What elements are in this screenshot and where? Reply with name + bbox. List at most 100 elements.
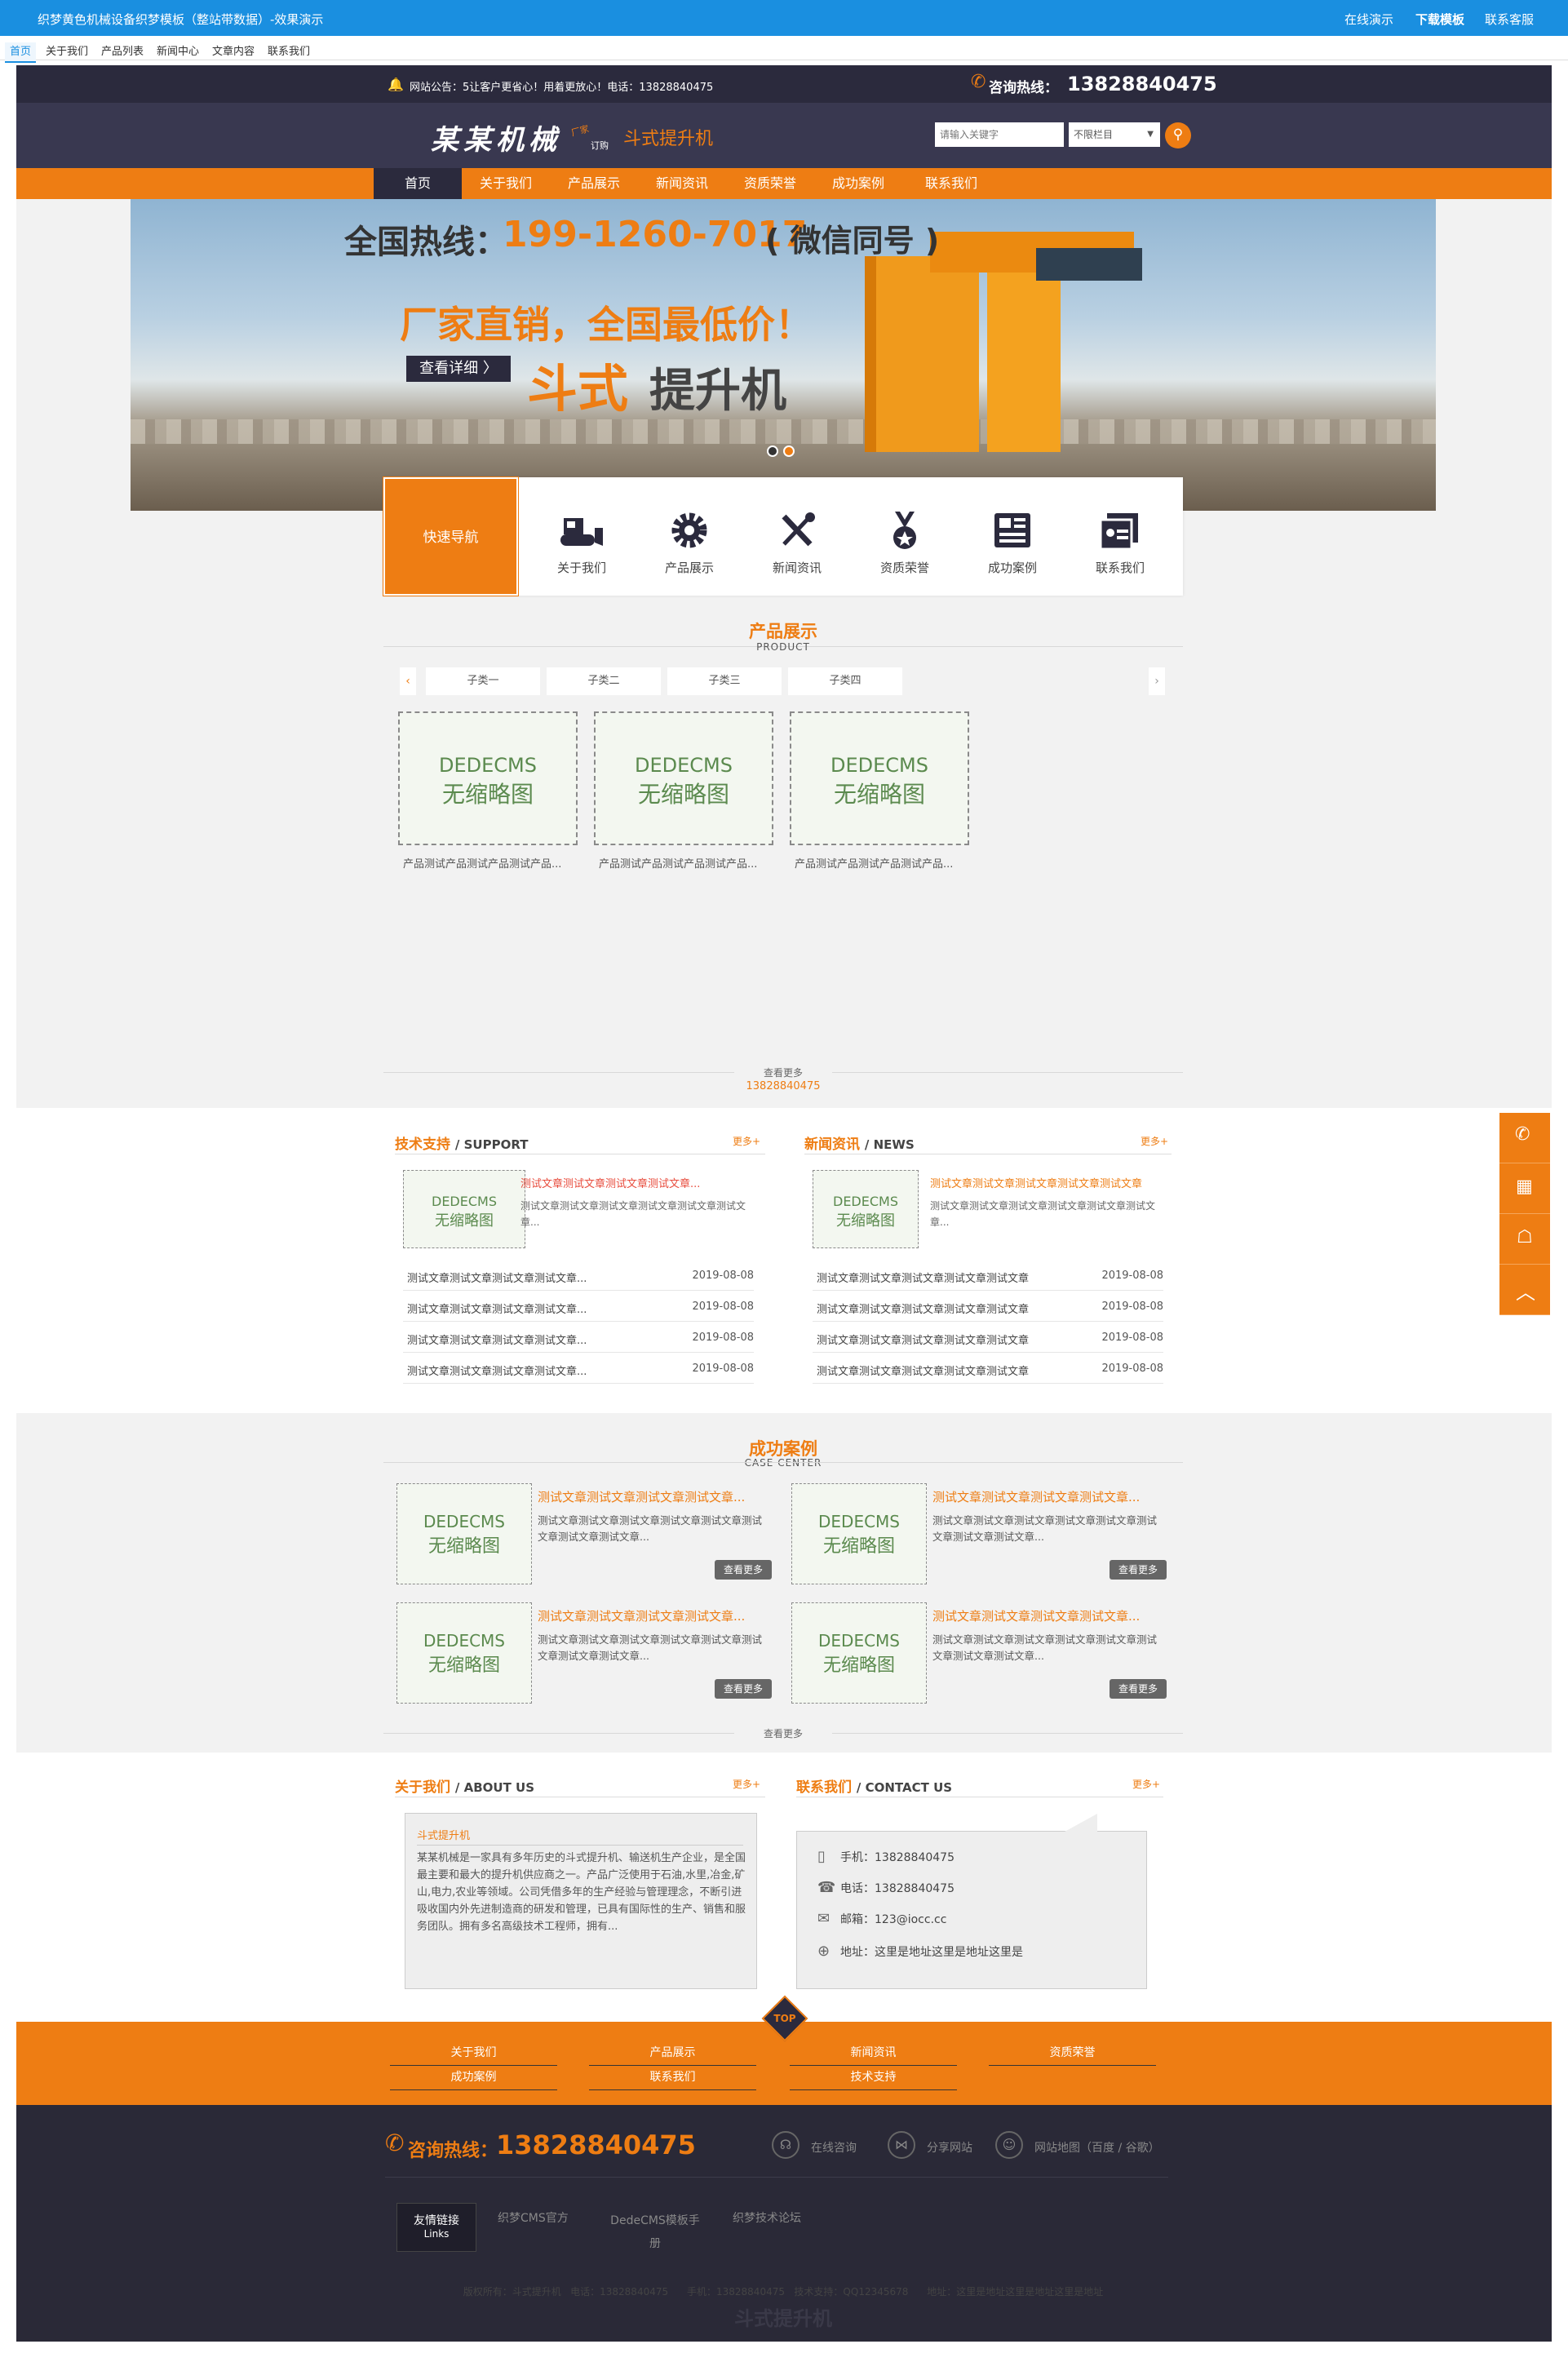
site-logo[interactable]: 某某机械	[431, 117, 561, 157]
case-title[interactable]: 测试文章测试文章测试文章测试文章...	[932, 1488, 1140, 1505]
support-row[interactable]: 测试文章测试文章测试文章测试文章... 2019-08-08	[403, 1291, 754, 1322]
top-label[interactable]: TOP	[768, 2013, 801, 2024]
products-more-link[interactable]: 查看更多	[734, 1066, 832, 1079]
support-more-link[interactable]: 更多+	[733, 1134, 760, 1148]
case-desc: 测试文章测试文章测试文章测试文章测试文章测试文章测试文章测试文章...	[538, 1514, 763, 1543]
friend-links-title: 友情链接	[414, 2214, 459, 2227]
share-icon[interactable]: ⋈	[888, 2131, 915, 2159]
sitemap-icon[interactable]: ☺	[995, 2131, 1023, 2159]
chat-icon[interactable]: ☊	[772, 2131, 800, 2159]
side-qrcode-button[interactable]: ▦	[1499, 1163, 1550, 1214]
view-details-button[interactable]: 查看详细 〉	[406, 356, 511, 382]
carousel-dot-2[interactable]	[783, 445, 795, 457]
demo-tab-news[interactable]: 新闻中心	[157, 42, 199, 58]
tab-subcat-4[interactable]: 子类四	[788, 667, 902, 695]
product-thumb-3[interactable]: DEDECMS 无缩略图	[790, 711, 969, 845]
support-feature-thumb[interactable]: DEDECMS 无缩略图	[403, 1170, 525, 1248]
quick-nav-contact[interactable]: 联系我们	[1075, 510, 1165, 576]
footer-link-contact[interactable]: 联系我们	[589, 2066, 756, 2090]
contact-more-link[interactable]: 更多+	[1132, 1777, 1160, 1791]
case-title[interactable]: 测试文章测试文章测试文章测试文章...	[932, 1607, 1140, 1624]
footer-online-consult[interactable]: 在线咨询	[811, 2139, 857, 2156]
footer-link-products[interactable]: 产品展示	[589, 2041, 756, 2066]
footer-bottom-logo: 斗式提升机	[734, 2307, 832, 2330]
search-input[interactable]	[935, 122, 1064, 147]
friend-link-1[interactable]: 织梦CMS官方	[498, 2209, 569, 2226]
phone-icon: ✆	[971, 72, 986, 92]
case-more-button[interactable]: 查看更多	[1110, 1679, 1167, 1699]
case-item[interactable]: DEDECMS 无缩略图 测试文章测试文章测试文章测试文章... 测试文章测试文章…	[790, 1601, 1173, 1707]
product-thumb-2[interactable]: DEDECMS 无缩略图	[594, 711, 773, 845]
footer-sitemap[interactable]: 网站地图（百度 / 谷歌）	[1034, 2139, 1160, 2156]
case-item[interactable]: DEDECMS 无缩略图 测试文章测试文章测试文章测试文章... 测试文章测试文章…	[395, 1482, 778, 1588]
quick-nav-cases[interactable]: 成功案例	[968, 510, 1057, 576]
nav-honors[interactable]: 资质荣誉	[726, 168, 814, 199]
footer-link-support[interactable]: 技术支持	[790, 2066, 957, 2090]
quick-nav-products[interactable]: 产品展示	[644, 510, 734, 576]
news-row[interactable]: 测试文章测试文章测试文章测试文章测试文章 2019-08-08	[813, 1353, 1163, 1384]
carousel-dot-1[interactable]	[767, 445, 778, 457]
demo-tab-article[interactable]: 文章内容	[212, 42, 255, 58]
download-template-link[interactable]: 下载模板	[1415, 11, 1464, 28]
product-thumb-1[interactable]: DEDECMS 无缩略图	[398, 711, 578, 845]
nav-contact[interactable]: 联系我们	[902, 168, 1000, 199]
footer-share[interactable]: 分享网站	[927, 2139, 972, 2156]
column-select[interactable]: 不限栏目 ▼	[1069, 122, 1160, 147]
quick-nav-news[interactable]: 新闻资讯	[752, 510, 842, 576]
footer-link-cases[interactable]: 成功案例	[390, 2066, 557, 2090]
support-feature-title[interactable]: 测试文章测试文章测试文章测试文章...	[520, 1175, 757, 1190]
search-button[interactable]: ⚲	[1165, 122, 1191, 148]
about-more-link[interactable]: 更多+	[733, 1777, 760, 1791]
news-row[interactable]: 测试文章测试文章测试文章测试文章测试文章 2019-08-08	[813, 1260, 1163, 1291]
case-item[interactable]: DEDECMS 无缩略图 测试文章测试文章测试文章测试文章... 测试文章测试文章…	[395, 1601, 778, 1707]
tab-subcat-2[interactable]: 子类二	[547, 667, 661, 695]
footer-link-honors[interactable]: 资质荣誉	[989, 2041, 1156, 2066]
news-row[interactable]: 测试文章测试文章测试文章测试文章测试文章 2019-08-08	[813, 1322, 1163, 1353]
demo-tab-products[interactable]: 产品列表	[101, 42, 144, 58]
nav-home[interactable]: 首页	[374, 168, 462, 199]
case-title[interactable]: 测试文章测试文章测试文章测试文章...	[538, 1607, 745, 1624]
news-row[interactable]: 测试文章测试文章测试文章测试文章测试文章 2019-08-08	[813, 1291, 1163, 1322]
product-title-1[interactable]: 产品测试产品测试产品测试产品...	[403, 855, 561, 871]
contact-service-link[interactable]: 联系客服	[1485, 11, 1534, 28]
news-feature-thumb[interactable]: DEDECMS 无缩略图	[813, 1170, 919, 1248]
demo-tab-home[interactable]: 首页	[5, 42, 37, 63]
news-more-link[interactable]: 更多+	[1141, 1134, 1168, 1148]
tab-subcat-1[interactable]: 子类一	[426, 667, 540, 695]
nav-cases[interactable]: 成功案例	[814, 168, 902, 199]
support-title: 技术支持 / SUPPORT	[395, 1137, 529, 1153]
side-qq-button[interactable]: ☖	[1499, 1214, 1550, 1265]
case-title[interactable]: 测试文章测试文章测试文章测试文章...	[538, 1488, 745, 1505]
news-feature-title[interactable]: 测试文章测试文章测试文章测试文章测试文章	[930, 1175, 1167, 1190]
product-title-3[interactable]: 产品测试产品测试产品测试产品...	[795, 855, 953, 871]
footer-link-news[interactable]: 新闻资讯	[790, 2041, 957, 2066]
quick-nav-about[interactable]: 关于我们	[537, 510, 627, 576]
tab-next-button[interactable]: ›	[1149, 667, 1165, 695]
hero-banner[interactable]: 全国热线： 199-1260-7017 ( 微信同号 ) 厂家直销，全国最低价！…	[131, 199, 1436, 511]
tab-subcat-3[interactable]: 子类三	[667, 667, 782, 695]
case-more-button[interactable]: 查看更多	[715, 1560, 772, 1580]
support-row[interactable]: 测试文章测试文章测试文章测试文章... 2019-08-08	[403, 1260, 754, 1291]
online-demo-link[interactable]: 在线演示	[1344, 11, 1393, 28]
footer-link-about[interactable]: 关于我们	[390, 2041, 557, 2066]
nav-products[interactable]: 产品展示	[550, 168, 638, 199]
about-title: 关于我们 / ABOUT US	[395, 1779, 535, 1796]
nav-news[interactable]: 新闻资讯	[638, 168, 726, 199]
product-title-2[interactable]: 产品测试产品测试产品测试产品...	[599, 855, 757, 871]
demo-tab-contact[interactable]: 联系我们	[268, 42, 310, 58]
support-row[interactable]: 测试文章测试文章测试文章测试文章... 2019-08-08	[403, 1322, 754, 1353]
side-phone-button[interactable]: ✆	[1499, 1113, 1550, 1163]
side-top-button[interactable]: ︿	[1499, 1265, 1550, 1315]
case-more-button[interactable]: 查看更多	[715, 1679, 772, 1699]
demo-tab-about[interactable]: 关于我们	[46, 42, 88, 58]
support-row[interactable]: 测试文章测试文章测试文章测试文章... 2019-08-08	[403, 1353, 754, 1384]
products-phone: 13828840475	[746, 1080, 821, 1092]
tab-prev-button[interactable]: ‹	[400, 667, 416, 695]
quick-nav-honors[interactable]: 资质荣誉	[860, 510, 950, 576]
cases-more-link[interactable]: 查看更多	[734, 1726, 832, 1740]
friend-link-2[interactable]: DedeCMS模板手册	[610, 2209, 700, 2255]
nav-about[interactable]: 关于我们	[462, 168, 550, 199]
case-item[interactable]: DEDECMS 无缩略图 测试文章测试文章测试文章测试文章... 测试文章测试文章…	[790, 1482, 1173, 1588]
friend-link-3[interactable]: 织梦技术论坛	[733, 2209, 801, 2226]
case-more-button[interactable]: 查看更多	[1110, 1560, 1167, 1580]
